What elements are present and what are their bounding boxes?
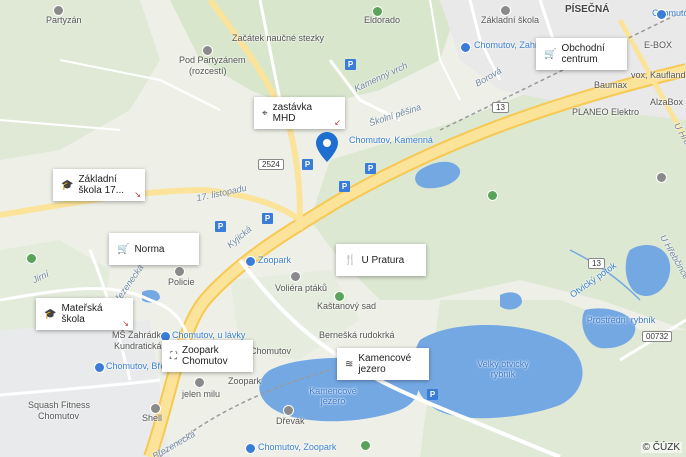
school-icon[interactable] (500, 5, 511, 16)
label-zoopark-place: Zoopark (228, 376, 262, 386)
label-zacatek-naucne-stezky: Začátek naučné stezky (232, 33, 325, 43)
label-alzabox: AlzaBox (650, 97, 684, 107)
label-squash-chomutov: Chomutov (38, 411, 80, 421)
parking-icon[interactable]: P (427, 389, 438, 400)
location-pin-icon[interactable] (316, 132, 338, 162)
card-u-pratura[interactable]: 🍴 U Pratura (336, 244, 426, 276)
bus-stop-icon[interactable] (245, 256, 256, 267)
card-zastavka-mhd[interactable]: ⌖ zastávka MHD ↙ (254, 97, 345, 129)
label-prostredni-rybnik: Prostřední rybník (586, 315, 656, 325)
card-label: Obchodní centrum (561, 43, 605, 65)
label-chomutov-zoopark: Chomutov, Zoopark (258, 442, 337, 452)
poi-icon[interactable] (202, 45, 213, 56)
label-planeo: PLANEO Elektro (572, 107, 640, 117)
tree-icon[interactable] (360, 440, 371, 451)
card-label: Mateřská škola (61, 303, 103, 325)
restaurant-icon[interactable] (283, 405, 294, 416)
card-label: Zoopark Chomutov (182, 345, 228, 367)
label-rozcesti: (rozcestí) (189, 66, 227, 76)
label-chomutov-mid: Chomutov (250, 346, 292, 356)
card-materska-skola[interactable]: 🎓 Mateřská škola ↘ (36, 298, 133, 330)
bus-stop-icon[interactable] (94, 362, 105, 373)
parking-icon[interactable]: P (339, 181, 350, 192)
cart-icon: 🛒 (544, 48, 557, 60)
card-zakladni-skola[interactable]: 🎓 Základní škola 17... ↘ (53, 169, 145, 201)
parking-icon[interactable]: P (262, 213, 273, 224)
tree-icon[interactable] (487, 190, 498, 201)
label-ms-zahradka: MŠ Zahrádka (112, 330, 167, 340)
restaurant-icon: 🍴 (344, 254, 357, 266)
label-pod-partyzanem: Pod Partyzánem (179, 55, 246, 65)
arrow-left-icon: ↘ (122, 319, 129, 328)
label-bernesska: Bernešká rudokrká (319, 330, 395, 340)
card-zoopark[interactable]: ⛶ Zoopark Chomutov (162, 340, 253, 372)
poi-icon[interactable] (53, 5, 64, 16)
label-voliera: Voliéra ptáků (275, 283, 328, 293)
card-label: zastávka MHD (272, 102, 313, 124)
parking-icon[interactable]: P (215, 221, 226, 232)
bus-stop-icon[interactable] (245, 443, 256, 454)
label-zoopark-stop: Zoopark (258, 255, 292, 265)
label-kamencove-jezero: Kamencové jezero (309, 386, 357, 406)
label-kundraticka: Kundratická (114, 341, 162, 351)
label-chomutov-kamenna: Chomutov, Kamenná (349, 135, 433, 145)
card-label: U Pratura (361, 254, 405, 266)
road-number-2524: 2524 (258, 159, 284, 170)
label-policie: Policie (168, 277, 195, 287)
bird-icon[interactable] (290, 271, 301, 282)
location-icon: ⌖ (262, 107, 268, 119)
bus-stop-icon[interactable] (460, 42, 471, 53)
cart-icon: 🛒 (117, 243, 130, 255)
camera-icon[interactable] (194, 377, 205, 388)
tree-icon[interactable] (372, 6, 383, 17)
card-label: Kamencové jezero (358, 353, 412, 375)
fuel-icon[interactable] (150, 403, 161, 414)
sitemap-icon: ⛶ (170, 350, 177, 362)
label-vox-kaufland: vox, Kaufland (631, 70, 686, 80)
tree-icon[interactable] (26, 253, 37, 264)
label-shell: Shell (142, 413, 163, 423)
label-pisecna: PÍSEČNÁ (565, 4, 610, 15)
beach-icon: ≋ (345, 358, 354, 370)
label-zakladni-skola: Základní škola (481, 15, 540, 25)
parking-icon[interactable]: P (302, 159, 313, 170)
map-attribution[interactable]: © ČÚZK (640, 442, 682, 453)
tree-icon[interactable] (334, 291, 345, 302)
card-label: Norma (134, 243, 165, 255)
arrow-left-icon: ↙ (334, 118, 341, 127)
parking-icon[interactable]: P (365, 163, 376, 174)
card-kamencove-jezero[interactable]: ≋ Kamencové jezero (337, 348, 429, 380)
school-icon: 🎓 (44, 308, 57, 320)
card-obchodni-centrum[interactable]: 🛒 Obchodní centrum (536, 38, 627, 70)
label-drevak: Dřevák (276, 416, 305, 426)
school-icon: 🎓 (61, 179, 74, 191)
parking-icon[interactable]: P (345, 59, 356, 70)
police-icon[interactable] (174, 266, 185, 277)
road-number-00732: 00732 (642, 331, 673, 342)
map-view[interactable]: Partyzán Eldorado Základní škola PÍSEČNÁ… (0, 0, 686, 457)
label-jelen-milu: jelen milu (182, 389, 221, 399)
label-kastanovy-sad: Kaštanový sad (317, 301, 377, 311)
label-baumax: Baumax (594, 80, 628, 90)
label-e-box: E-BOX (644, 40, 673, 50)
label-eldorado: Eldorado (364, 15, 401, 25)
card-norma[interactable]: 🛒 Norma (109, 233, 199, 265)
label-squash-fitness: Squash Fitness (28, 400, 91, 410)
card-label: Základní škola 17... (78, 174, 125, 196)
arrow-left-icon: ↘ (134, 190, 141, 199)
road-number-13-a: 13 (492, 102, 509, 113)
label-velky-otvicky-rybnik: Velký otvický rybník (477, 359, 529, 379)
star-icon[interactable] (656, 172, 667, 183)
bus-stop-icon[interactable] (656, 9, 667, 20)
label-chomutov-u-lavky: Chomutov, u lávky (172, 330, 246, 340)
label-partyzan: Partyzán (46, 15, 82, 25)
